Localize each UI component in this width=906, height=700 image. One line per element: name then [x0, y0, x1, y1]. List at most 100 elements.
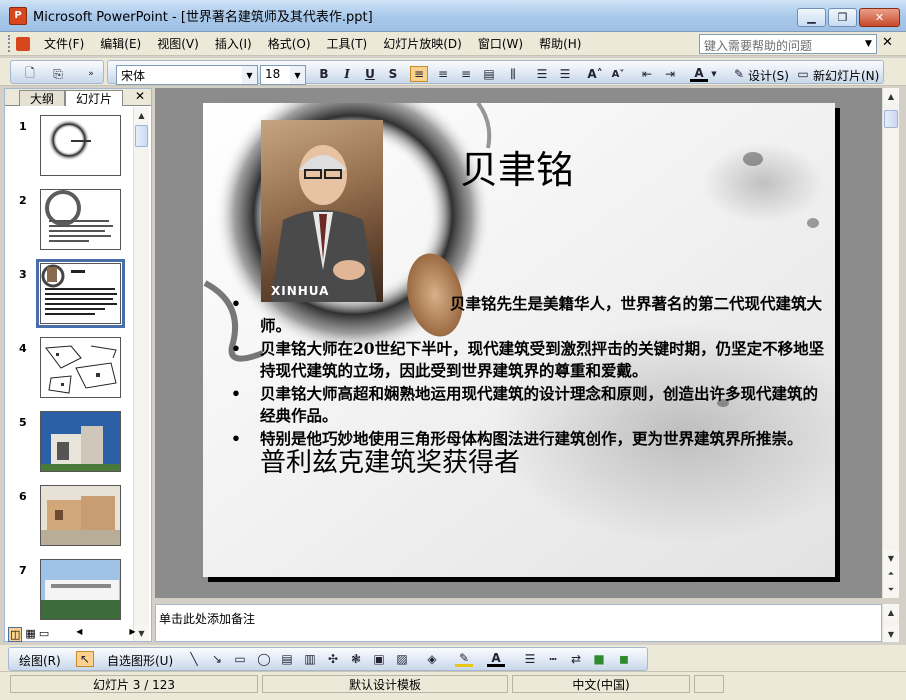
- menu-tools[interactable]: 工具(T): [319, 35, 376, 52]
- line-style-icon[interactable]: ☰: [521, 651, 539, 667]
- slide-thumbnail-3[interactable]: [36, 259, 125, 328]
- font-size-dropdown-icon[interactable]: ▼: [290, 66, 305, 84]
- close-pane-icon[interactable]: ✕: [135, 89, 145, 103]
- slide-thumbnail-6[interactable]: [40, 485, 121, 546]
- slide-body-text[interactable]: • 贝聿铭先生是美籍华人，世界著名的第二代现代建筑大师。 • 贝聿铭大师在20世纪下…: [229, 293, 825, 478]
- menu-help[interactable]: 帮助(H): [531, 35, 589, 52]
- shadow-button[interactable]: S: [384, 66, 402, 82]
- draw-menu-button[interactable]: 绘图(R): [19, 652, 61, 669]
- minimize-button[interactable]: ▁: [797, 8, 826, 27]
- slide-thumbnail-1[interactable]: [40, 115, 121, 176]
- slide-scrollbar[interactable]: ▲ ▼ ⏶ ⏷: [882, 88, 899, 598]
- oval-icon[interactable]: ◯: [255, 651, 273, 667]
- previous-slide-icon[interactable]: ⏶: [883, 566, 899, 582]
- powerpoint-app-icon[interactable]: P: [9, 6, 27, 25]
- text-color-icon[interactable]: A: [487, 651, 505, 667]
- toolbar-options-icon[interactable]: »: [85, 66, 97, 82]
- shadow-style-icon[interactable]: ■: [590, 651, 608, 667]
- toolbar-grip-icon[interactable]: [8, 35, 12, 52]
- new-slide-button[interactable]: 新幻灯片(N): [813, 67, 879, 84]
- slide-thumbnail-7[interactable]: [40, 559, 121, 620]
- current-slide[interactable]: XINHUA 贝聿铭 • 贝聿铭先生是美籍华人，世界著名的第二代现代建筑大师。 •…: [203, 103, 835, 577]
- font-color-icon[interactable]: A: [690, 66, 708, 82]
- arrow-style-icon[interactable]: ⇄: [567, 651, 585, 667]
- justify-icon[interactable]: ▤: [480, 66, 498, 82]
- align-left-icon[interactable]: ≡: [410, 66, 428, 82]
- slide-thumbnail-4[interactable]: [40, 337, 121, 398]
- fill-color-icon[interactable]: ◈: [423, 651, 441, 667]
- copy-icon[interactable]: ⎘: [49, 66, 67, 82]
- decrease-indent-icon[interactable]: ⇤: [638, 66, 656, 82]
- slide-title[interactable]: 贝聿铭: [460, 139, 574, 194]
- select-pointer-icon[interactable]: ↖: [76, 651, 94, 667]
- numbering-icon[interactable]: ☰: [533, 66, 551, 82]
- slideshow-view-icon[interactable]: ▭: [39, 627, 49, 642]
- architect-portrait-photo[interactable]: XINHUA: [261, 120, 383, 302]
- tab-outline[interactable]: 大纲: [19, 90, 65, 106]
- close-document-icon[interactable]: ✕: [882, 35, 893, 50]
- help-search-input[interactable]: 键入需要帮助的问题: [699, 34, 877, 54]
- font-size-select[interactable]: 18 ▼: [260, 65, 306, 85]
- italic-button[interactable]: I: [338, 66, 356, 82]
- new-slide-icon[interactable]: ▭: [794, 66, 812, 82]
- scroll-up-icon[interactable]: ▲: [883, 604, 899, 620]
- scroll-thumb[interactable]: [884, 110, 898, 128]
- menu-file[interactable]: 文件(F): [36, 35, 92, 52]
- image-icon[interactable]: ▨: [393, 651, 411, 667]
- slide-thumbnail-5[interactable]: [40, 411, 121, 472]
- font-name-select[interactable]: 宋体 ▼: [116, 65, 258, 85]
- scroll-up-icon[interactable]: ▲: [134, 107, 149, 123]
- design-button[interactable]: 设计(S): [748, 67, 789, 84]
- scroll-up-icon[interactable]: ▲: [883, 88, 899, 104]
- underline-button[interactable]: U: [361, 66, 379, 82]
- font-color-dropdown-icon[interactable]: ▼: [709, 66, 719, 82]
- increase-font-icon[interactable]: A˄: [586, 66, 604, 82]
- bold-button[interactable]: B: [315, 66, 333, 82]
- increase-indent-icon[interactable]: ⇥: [661, 66, 679, 82]
- scroll-down-icon[interactable]: ▼: [883, 550, 899, 566]
- line-icon[interactable]: ╲: [185, 651, 203, 667]
- slide-thumbnail-2[interactable]: [40, 189, 121, 250]
- menu-window[interactable]: 窗口(W): [470, 35, 531, 52]
- distributed-align-icon[interactable]: ⫼: [504, 66, 522, 82]
- autoshapes-button[interactable]: 自选图形(U): [107, 652, 173, 669]
- bullets-icon[interactable]: ☰: [556, 66, 574, 82]
- 3d-style-icon[interactable]: ◼: [615, 651, 633, 667]
- thumbnail-scrollbar[interactable]: ▲ ▼: [133, 107, 149, 641]
- menu-slideshow[interactable]: 幻灯片放映(D): [375, 35, 470, 52]
- document-control-icon[interactable]: [16, 36, 30, 51]
- close-window-button[interactable]: ✕: [859, 8, 900, 27]
- new-document-icon[interactable]: 🗋: [21, 66, 39, 82]
- scroll-down-icon[interactable]: ▼: [134, 625, 149, 641]
- design-icon[interactable]: ✎: [730, 66, 748, 82]
- align-right-icon[interactable]: ≡: [457, 66, 475, 82]
- insert-picture-icon[interactable]: ▣: [370, 651, 388, 667]
- notes-scrollbar[interactable]: ▲ ▼: [882, 604, 899, 642]
- menu-edit[interactable]: 编辑(E): [92, 35, 149, 52]
- rectangle-icon[interactable]: ▭: [231, 651, 249, 667]
- arrow-icon[interactable]: ↘: [208, 651, 226, 667]
- tab-slides[interactable]: 幻灯片: [65, 90, 123, 106]
- scroll-down-icon[interactable]: ▼: [883, 626, 899, 642]
- slide-sorter-view-icon[interactable]: ▦: [25, 627, 35, 642]
- scroll-right-icon[interactable]: ▶: [129, 627, 135, 642]
- normal-view-icon[interactable]: ◫: [8, 627, 23, 642]
- help-dropdown-icon[interactable]: ▼: [860, 34, 877, 54]
- decrease-font-icon[interactable]: A˅: [609, 66, 627, 82]
- menu-insert[interactable]: 插入(I): [207, 35, 260, 52]
- clipart-icon[interactable]: ❃: [347, 651, 365, 667]
- font-name-dropdown-icon[interactable]: ▼: [242, 66, 257, 84]
- scroll-thumb[interactable]: [135, 125, 148, 147]
- textbox-icon[interactable]: ▤: [278, 651, 296, 667]
- diagram-icon[interactable]: ✣: [324, 651, 342, 667]
- dash-style-icon[interactable]: ┅: [544, 651, 562, 667]
- align-center-icon[interactable]: ≡: [434, 66, 452, 82]
- menu-view[interactable]: 视图(V): [149, 35, 207, 52]
- notes-input[interactable]: 单击此处添加备注: [155, 604, 882, 642]
- wordart-icon[interactable]: ▥: [301, 651, 319, 667]
- next-slide-icon[interactable]: ⏷: [883, 582, 899, 598]
- scroll-left-icon[interactable]: ◀: [76, 627, 82, 642]
- line-color-icon[interactable]: ✎: [455, 651, 473, 667]
- restore-button[interactable]: ❐: [828, 8, 857, 27]
- menu-format[interactable]: 格式(O): [260, 35, 319, 52]
